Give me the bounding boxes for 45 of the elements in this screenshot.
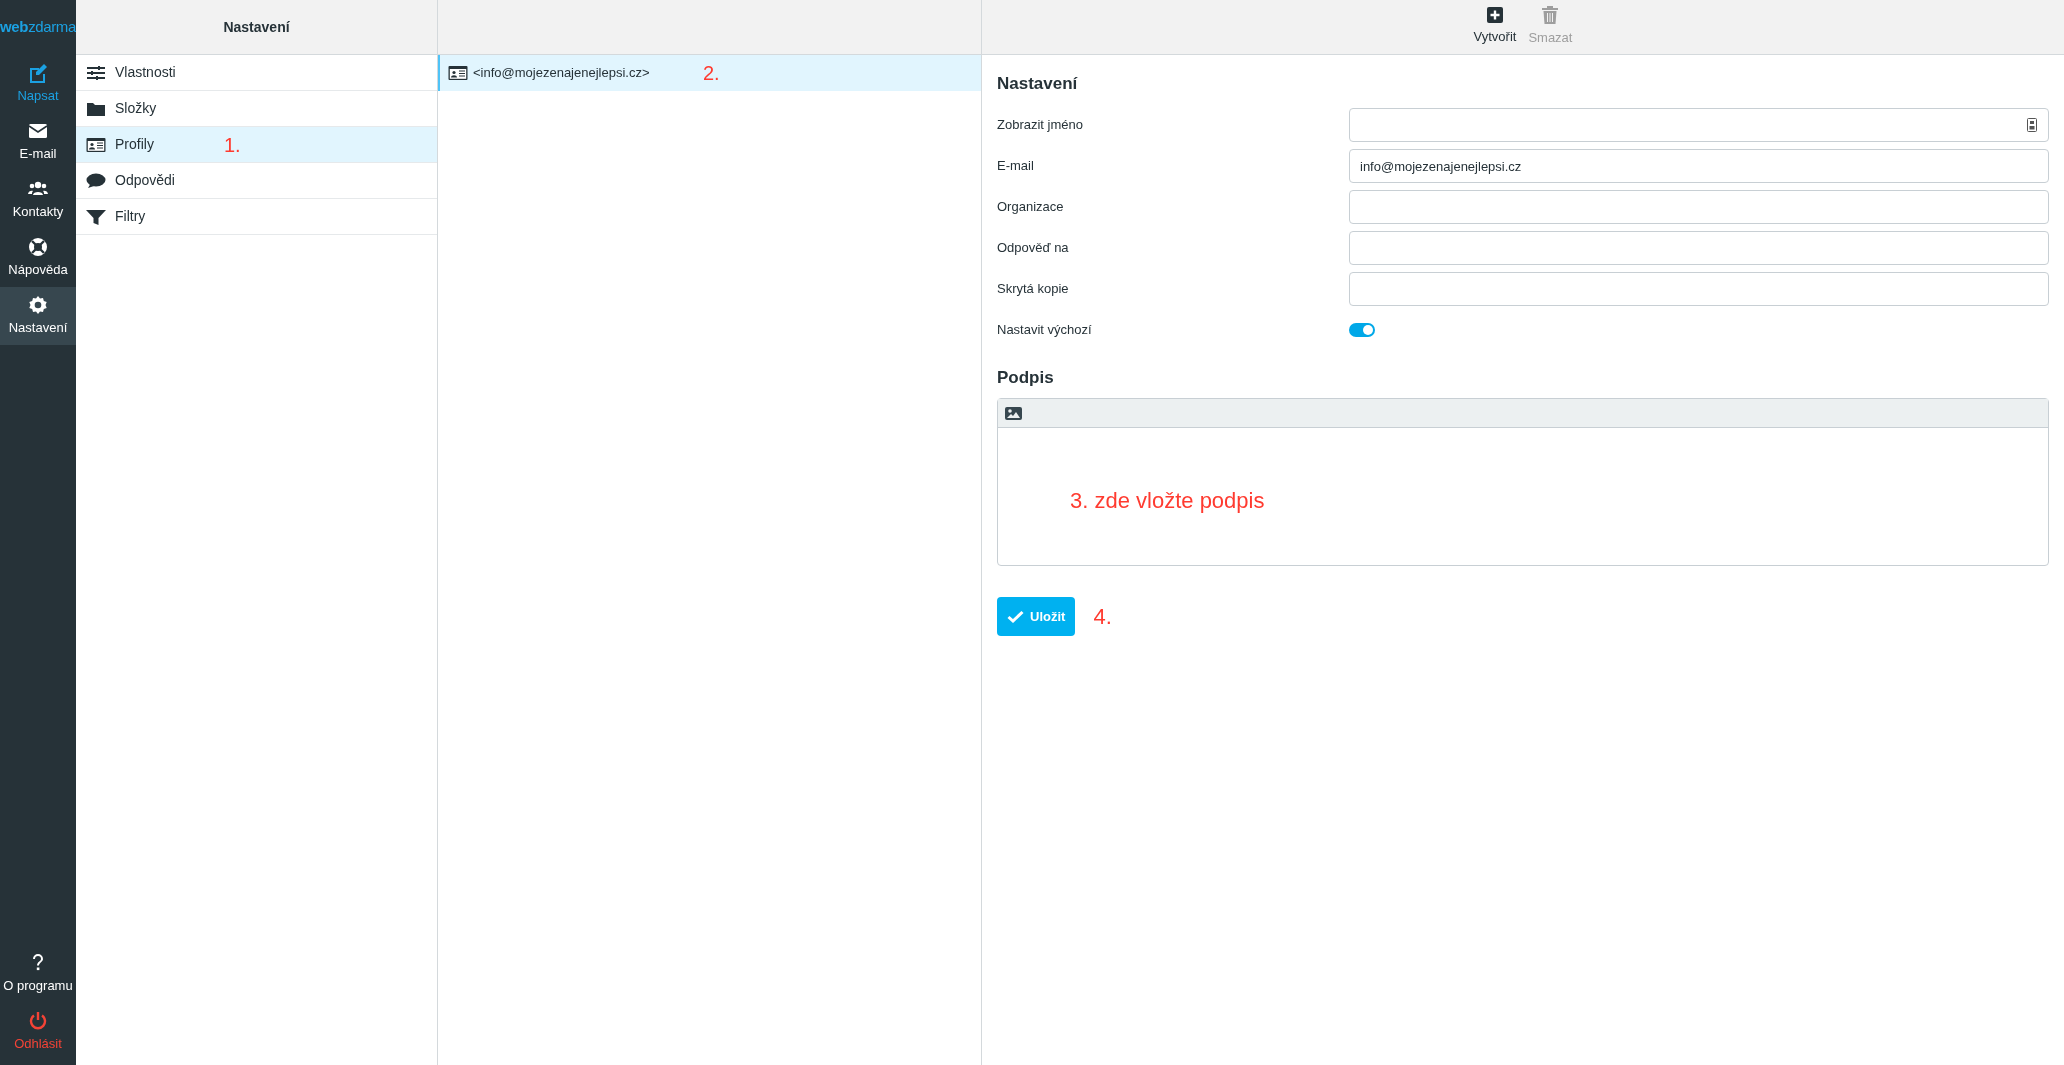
- signature-editor[interactable]: 3. zde vložte podpis: [997, 398, 2049, 566]
- id-card-icon: [448, 65, 468, 81]
- trash-icon: [1542, 6, 1559, 25]
- funnel-icon: [86, 208, 106, 225]
- annotation: 4.: [1093, 603, 1112, 631]
- section-title: Podpis: [997, 366, 1055, 389]
- field-label: E-mail: [997, 157, 1035, 176]
- plus-icon: [1486, 7, 1503, 24]
- compose-icon: [28, 62, 48, 83]
- nav-item[interactable]: Napsat: [0, 55, 76, 113]
- field-label: Odpověď na: [997, 239, 1070, 258]
- field-label: Skrytá kopie: [997, 280, 1070, 299]
- annotation: 2.: [703, 61, 720, 86]
- nav-item[interactable]: Nápověda: [0, 229, 76, 287]
- settings-item[interactable]: Profily 1.: [76, 127, 437, 163]
- section-title: Nastavení: [997, 73, 1079, 95]
- annotation: 3. zde vložte podpis: [1070, 487, 1265, 515]
- text-field[interactable]: [1349, 272, 2049, 306]
- folder-icon: [86, 100, 106, 117]
- nav-item[interactable]: Odhlásit: [0, 1003, 76, 1061]
- lifebuoy-icon: [28, 236, 48, 257]
- power-icon: [28, 1010, 48, 1031]
- toggle-switch[interactable]: [1349, 323, 1375, 337]
- nav-item[interactable]: Nastavení: [0, 287, 76, 345]
- gear-icon: [28, 294, 48, 315]
- id-card-icon: [86, 136, 106, 153]
- field-label: Zobrazit jméno: [997, 116, 1084, 135]
- nav-item[interactable]: O programu: [0, 945, 76, 1003]
- create-button[interactable]: Vytvořit: [1473, 7, 1517, 47]
- annotation: 1.: [224, 132, 241, 158]
- nav-item[interactable]: Kontakty: [0, 171, 76, 229]
- nav-item[interactable]: E-mail: [0, 113, 76, 171]
- text-field[interactable]: [1349, 231, 2049, 265]
- sliders-icon: [86, 64, 106, 81]
- identity-item[interactable]: <info@mojezenajenejlepsi.cz> 2.: [438, 55, 981, 91]
- text-field[interactable]: [1349, 190, 2049, 224]
- field-label: Nastavit výchozí: [997, 321, 1093, 340]
- check-icon: [1007, 610, 1024, 623]
- speech-bubble-icon: [86, 172, 106, 189]
- image-icon[interactable]: [1005, 406, 1022, 420]
- text-field[interactable]: [1349, 108, 2049, 142]
- panel-title: Nastavení: [223, 17, 290, 37]
- logo: webzdarma: [0, 17, 76, 38]
- text-field[interactable]: info@mojezenajenejlepsi.cz: [1349, 149, 2049, 183]
- field-label: Organizace: [997, 198, 1065, 217]
